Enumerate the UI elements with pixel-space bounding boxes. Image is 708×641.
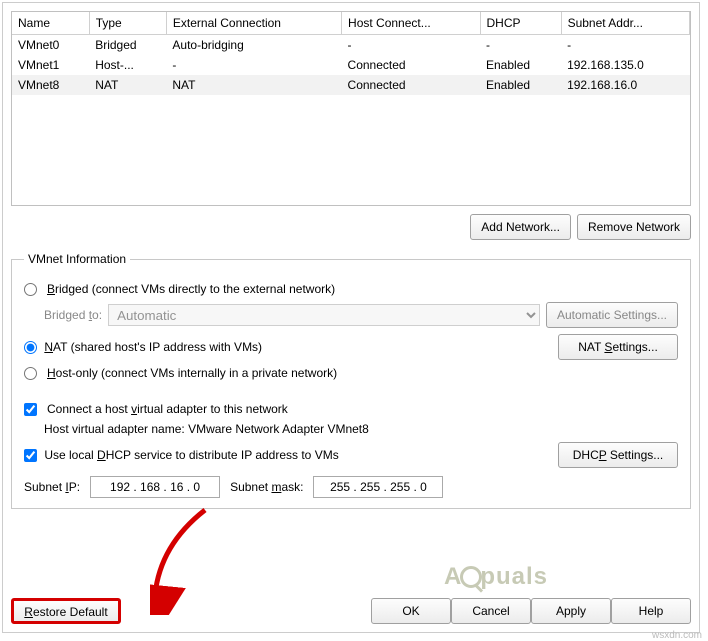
cell-type: NAT <box>89 75 166 95</box>
dhcp-checkbox[interactable] <box>24 449 37 462</box>
cell-name: VMnet0 <box>12 35 89 56</box>
vmnet-table: Name Type External Connection Host Conne… <box>12 12 690 95</box>
table-header-row: Name Type External Connection Host Conne… <box>12 12 690 35</box>
virtual-network-editor-window: Name Type External Connection Host Conne… <box>2 2 700 633</box>
subnet-ip-input[interactable] <box>90 476 220 498</box>
col-type[interactable]: Type <box>89 12 166 35</box>
cell-type: Bridged <box>89 35 166 56</box>
cell-dhcp: - <box>480 35 561 56</box>
table-row[interactable]: VMnet0BridgedAuto-bridging--- <box>12 35 690 56</box>
vmnet-info-group: VMnet Information Bridged (connect VMs d… <box>11 252 691 509</box>
connect-adapter-checkbox[interactable] <box>24 403 37 416</box>
dhcp-label[interactable]: Use local DHCP service to distribute IP … <box>44 448 338 462</box>
nat-radio[interactable] <box>24 341 37 354</box>
adapter-name-row: Host virtual adapter name: VMware Networ… <box>44 422 678 436</box>
bridged-to-select: Automatic <box>108 304 540 326</box>
connect-adapter-row: Connect a host virtual adapter to this n… <box>24 402 678 416</box>
cell-ext: - <box>166 55 341 75</box>
cell-name: VMnet1 <box>12 55 89 75</box>
bridged-row: Bridged (connect VMs directly to the ext… <box>24 282 678 296</box>
cell-dhcp: Enabled <box>480 75 561 95</box>
restore-default-button[interactable]: Restore Default <box>11 598 121 624</box>
cell-ext: NAT <box>166 75 341 95</box>
dhcp-settings-button[interactable]: DHCP Settings... <box>558 442 678 468</box>
connect-adapter-label[interactable]: Connect a host virtual adapter to this n… <box>47 402 288 416</box>
adapter-name-text: Host virtual adapter name: VMware Networ… <box>44 422 369 436</box>
col-host[interactable]: Host Connect... <box>342 12 480 35</box>
cell-ext: Auto-bridging <box>166 35 341 56</box>
cell-subnet: - <box>561 35 689 56</box>
cancel-button[interactable]: Cancel <box>451 598 531 624</box>
remove-network-button[interactable]: Remove Network <box>577 214 691 240</box>
subnet-ip-label: Subnet IP: <box>24 480 80 494</box>
cell-type: Host-... <box>89 55 166 75</box>
cell-host: Connected <box>342 55 480 75</box>
cell-dhcp: Enabled <box>480 55 561 75</box>
cell-subnet: 192.168.16.0 <box>561 75 689 95</box>
cell-host: - <box>342 35 480 56</box>
bridged-to-label: Bridged to: <box>44 308 102 322</box>
dialog-button-bar: Restore Default OK Cancel Apply Help <box>11 588 691 624</box>
hostonly-label[interactable]: Host-only (connect VMs internally in a p… <box>47 366 337 380</box>
cell-name: VMnet8 <box>12 75 89 95</box>
automatic-settings-button: Automatic Settings... <box>546 302 678 328</box>
source-note: wsxdn.com <box>652 630 702 641</box>
bridged-to-row: Bridged to: Automatic Automatic Settings… <box>44 302 678 328</box>
nat-settings-button[interactable]: NAT Settings... <box>558 334 678 360</box>
subnet-mask-input[interactable] <box>313 476 443 498</box>
table-row[interactable]: VMnet8NATNATConnectedEnabled192.168.16.0 <box>12 75 690 95</box>
cell-subnet: 192.168.135.0 <box>561 55 689 75</box>
table-row[interactable]: VMnet1Host-...-ConnectedEnabled192.168.1… <box>12 55 690 75</box>
apply-button[interactable]: Apply <box>531 598 611 624</box>
nat-label[interactable]: NAT (shared host's IP address with VMs) <box>44 340 262 354</box>
subnet-mask-label: Subnet mask: <box>230 480 303 494</box>
bridged-label[interactable]: Bridged (connect VMs directly to the ext… <box>47 282 335 296</box>
nat-row: NAT (shared host's IP address with VMs) … <box>24 334 678 360</box>
vmnet-table-container: Name Type External Connection Host Conne… <box>11 11 691 206</box>
bridged-radio[interactable] <box>24 283 37 296</box>
bridged-text: ridged (connect VMs directly to the exte… <box>55 282 335 296</box>
col-subnet[interactable]: Subnet Addr... <box>561 12 689 35</box>
cell-host: Connected <box>342 75 480 95</box>
vmnet-info-legend: VMnet Information <box>24 252 130 266</box>
hostonly-radio[interactable] <box>24 367 37 380</box>
network-buttons: Add Network... Remove Network <box>11 214 691 240</box>
col-dhcp[interactable]: DHCP <box>480 12 561 35</box>
ok-button[interactable]: OK <box>371 598 451 624</box>
add-network-button[interactable]: Add Network... <box>470 214 571 240</box>
dhcp-row: Use local DHCP service to distribute IP … <box>24 442 678 468</box>
col-name[interactable]: Name <box>12 12 89 35</box>
help-button[interactable]: Help <box>611 598 691 624</box>
col-external[interactable]: External Connection <box>166 12 341 35</box>
subnet-row: Subnet IP: Subnet mask: <box>24 476 678 498</box>
hostonly-row: Host-only (connect VMs internally in a p… <box>24 366 678 380</box>
